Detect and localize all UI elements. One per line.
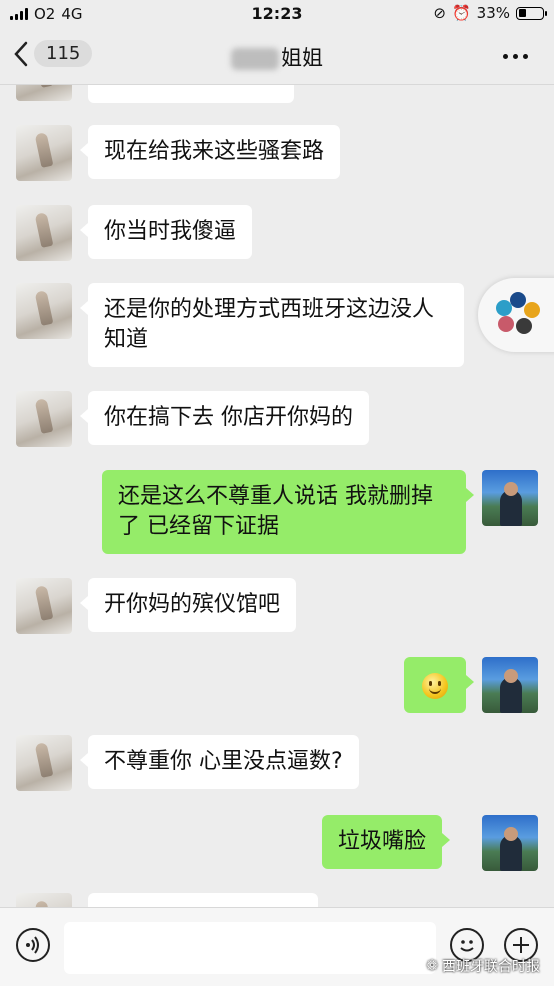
message-bubble[interactable]: 还是你的处理方式西班牙这边没人知道 xyxy=(80,283,464,367)
floating-window-button[interactable] xyxy=(478,278,554,352)
avatar[interactable] xyxy=(16,391,72,447)
avatar[interactable] xyxy=(482,470,538,526)
smiley-emoji-icon xyxy=(422,673,448,699)
message-bubble[interactable]: 还是这么不尊重人说话 我就删掉了 已经留下证据 xyxy=(102,470,474,554)
chat-title: 姐姐 xyxy=(0,42,554,72)
message-bubble[interactable] xyxy=(404,657,474,713)
chat-header: 115 姐姐 xyxy=(0,28,554,85)
alarm-icon: ⏰ xyxy=(451,4,471,22)
avatar[interactable] xyxy=(16,283,72,339)
voice-icon xyxy=(26,936,39,954)
message-bubble[interactable]: 垃圾嘴脸 xyxy=(322,815,451,869)
floating-window-icon xyxy=(524,302,540,318)
avatar[interactable] xyxy=(482,657,538,713)
more-options-button[interactable] xyxy=(503,54,528,59)
input-bar: ❁ 西班牙联合时报 xyxy=(0,907,554,986)
chat-title-text: 姐姐 xyxy=(281,46,323,70)
message-bubble[interactable]: 现在给我来这些骚套路 xyxy=(79,125,341,179)
avatar[interactable] xyxy=(482,815,538,871)
watermark: ❁ 西班牙联合时报 xyxy=(426,956,540,976)
avatar[interactable] xyxy=(16,205,72,261)
avatar[interactable] xyxy=(16,893,72,907)
avatar[interactable] xyxy=(16,735,72,791)
status-bar: O2 4G 12:23 ⊘ ⏰ 33% xyxy=(0,0,554,28)
avatar[interactable] xyxy=(16,85,72,101)
battery-percent: 33% xyxy=(476,4,510,22)
avatar[interactable] xyxy=(16,125,72,181)
avatar[interactable] xyxy=(16,578,72,634)
floating-window-icon xyxy=(510,292,526,308)
battery-icon xyxy=(516,6,547,20)
floating-window-icon xyxy=(516,318,532,334)
message-bubble[interactable]: 你当时我傻逼 xyxy=(79,205,253,259)
message-list[interactable]: 现在给我来这些骚套路 你当时我傻逼 还是你的处理方式西班牙这边没人知道 你在搞下… xyxy=(0,85,554,907)
message-bubble[interactable]: 开你妈的殡仪馆吧 xyxy=(79,578,297,632)
message-bubble[interactable]: 你在搞下去 你店开你妈的 xyxy=(80,391,369,445)
floating-window-icon xyxy=(498,316,514,332)
message-bubble[interactable]: 不尊重你 心里没点逼数? xyxy=(80,735,359,789)
watermark-text: 西班牙联合时报 xyxy=(442,959,540,975)
voice-button[interactable] xyxy=(16,928,50,962)
rotation-lock-icon: ⊘ xyxy=(433,4,446,22)
wechat-logo-icon: ❁ xyxy=(426,958,438,974)
message-bubble[interactable] xyxy=(88,85,294,103)
redacted-name xyxy=(231,48,279,70)
message-bubble[interactable] xyxy=(88,893,318,907)
message-input[interactable] xyxy=(64,922,436,974)
